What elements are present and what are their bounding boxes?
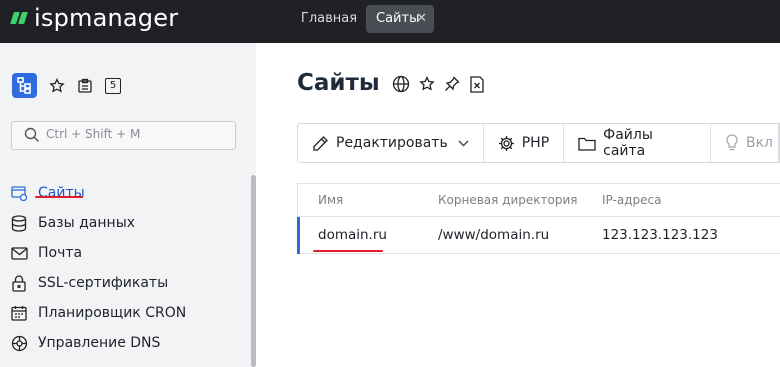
logo-mark-icon [10, 11, 28, 25]
tab-home-label: Главная [300, 11, 358, 26]
highlight-underline [35, 196, 83, 198]
sidebar-item-label: Почта [38, 245, 83, 261]
globe-icon[interactable] [392, 75, 410, 93]
search-field[interactable] [11, 121, 236, 150]
sidebar-toolbar: 5 [12, 73, 133, 98]
sidebar-item-label: SSL-сертификаты [38, 275, 169, 291]
mail-icon [10, 244, 28, 262]
sidebar-item-label: Сайты [38, 185, 85, 201]
sidebar-item-mail[interactable]: Почта [10, 238, 250, 268]
sidebar-item-sites[interactable]: Сайты [10, 178, 250, 208]
column-name-header[interactable]: Имя [318, 193, 343, 207]
tab-sites-label: Сайты [376, 11, 420, 26]
column-root-header[interactable]: Корневая директория [438, 193, 577, 207]
notifications-badge[interactable]: 5 [105, 77, 121, 94]
star-icon[interactable] [49, 77, 65, 94]
table-row[interactable]: domain.ru /www/domain.ru 123.123.123.123 [297, 217, 780, 254]
tab-home[interactable]: Главная [296, 5, 362, 33]
site-name-cell[interactable]: domain.ru [318, 227, 387, 243]
lock-icon [10, 274, 28, 292]
table-header: Имя Корневая директория IP-адреса [297, 183, 780, 217]
calendar-icon [10, 304, 28, 322]
menu-tree-button[interactable] [12, 73, 37, 98]
search-icon [24, 127, 39, 142]
pencil-icon [312, 135, 329, 152]
page-title: Сайты [297, 70, 380, 96]
gear-icon [498, 135, 515, 152]
column-ip-header[interactable]: IP-адреса [602, 193, 661, 207]
toolbar: Редактировать PHP Файлы сайта Вкл [297, 123, 780, 163]
close-tab-icon[interactable]: ✕ [416, 5, 427, 33]
site-files-button-label: Файлы сайта [603, 127, 653, 159]
sidebar-item-label: Базы данных [38, 215, 136, 231]
sidebar-item-label: Управление DNS [38, 335, 161, 351]
sidebar-item-label: Планировщик CRON [38, 305, 187, 321]
ip-address-cell: 123.123.123.123 [602, 227, 718, 243]
sidebar-item-cron[interactable]: Планировщик CRON [10, 298, 250, 328]
dns-icon [10, 334, 28, 352]
sidebar-scrollbar[interactable] [251, 175, 256, 367]
sidebar-item-ssl[interactable]: SSL-сертификаты [10, 268, 250, 298]
row-selection-marker [297, 217, 300, 254]
folder-icon [578, 136, 596, 151]
lightbulb-icon [725, 134, 739, 152]
sidebar-item-databases[interactable]: Базы данных [10, 208, 250, 238]
clipboard-icon[interactable] [77, 78, 93, 94]
chevron-down-icon[interactable] [458, 140, 469, 147]
php-button-label: PHP [521, 135, 550, 151]
php-button[interactable]: PHP [484, 124, 565, 162]
edit-button[interactable]: Редактировать [298, 124, 484, 162]
pin-icon[interactable] [444, 76, 460, 92]
highlight-underline [313, 250, 383, 252]
app-logo[interactable]: ispmanager [10, 3, 178, 33]
edit-button-label: Редактировать [336, 135, 448, 151]
site-files-button[interactable]: Файлы сайта [564, 124, 711, 162]
menu-tree-icon [17, 77, 31, 94]
sidebar-nav: Сайты Базы данных Почта SSL-сертификаты … [10, 178, 250, 358]
tab-sites[interactable]: Сайты ✕ [366, 5, 434, 33]
sites-icon [10, 184, 28, 202]
search-input[interactable] [46, 127, 226, 141]
top-bar: ispmanager Главная Сайты ✕ [0, 0, 780, 43]
enable-button[interactable]: Вкл [711, 124, 780, 162]
star-icon[interactable] [419, 76, 435, 92]
export-excel-icon[interactable] [469, 75, 485, 93]
enable-button-label: Вкл [745, 135, 773, 151]
root-dir-cell: /www/domain.ru [438, 227, 550, 243]
title-actions [392, 75, 494, 93]
sites-table: Имя Корневая директория IP-адреса domain… [297, 183, 780, 254]
sidebar-item-dns[interactable]: Управление DNS [10, 328, 250, 358]
logo-text: ispmanager [34, 4, 179, 32]
database-icon [10, 214, 28, 232]
